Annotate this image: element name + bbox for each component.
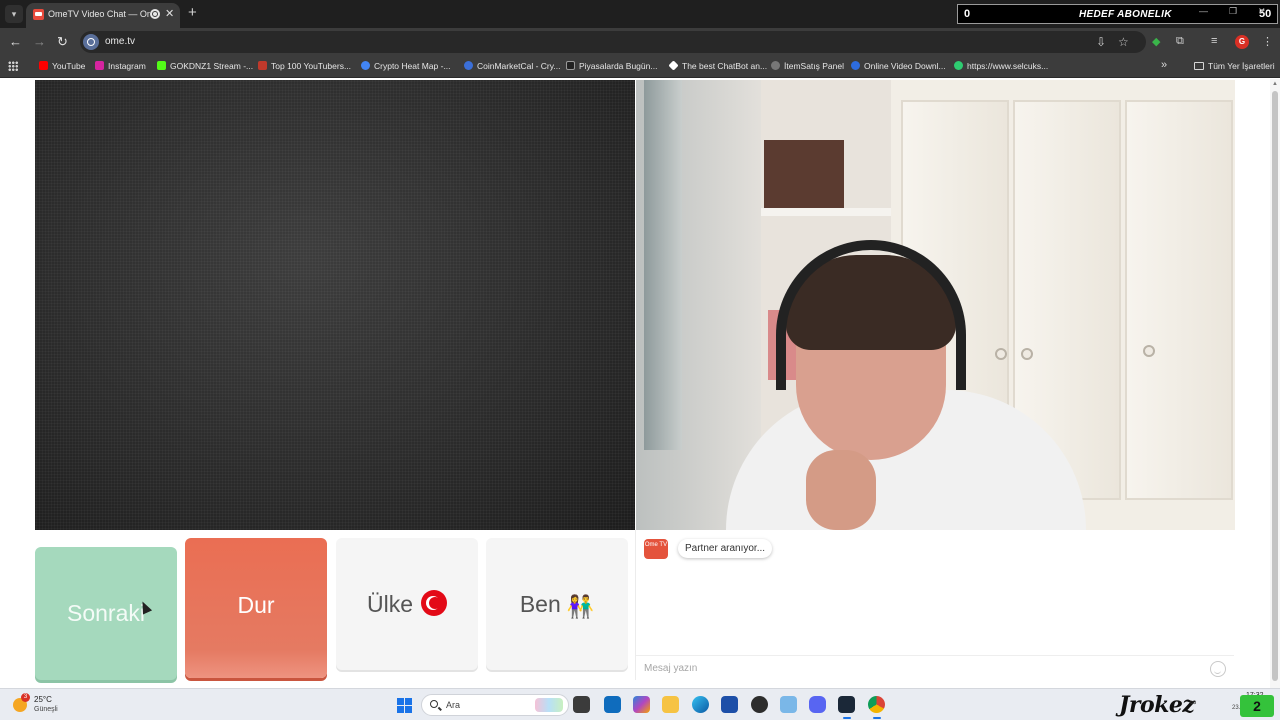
back-arrow-icon[interactable]: ← bbox=[9, 34, 22, 49]
weather-notification-badge: 3 bbox=[21, 693, 30, 702]
bookmark-crypto-heatmap[interactable]: Crypto Heat Map -... bbox=[361, 61, 451, 74]
message-placeholder: Mesaj yazın bbox=[644, 663, 698, 674]
restore-icon[interactable]: ❐ bbox=[1229, 6, 1237, 17]
emoji-icon[interactable] bbox=[1210, 661, 1226, 677]
bookmark-video-downloader[interactable]: Online Video Downl... bbox=[851, 61, 946, 74]
task-view-icon[interactable] bbox=[573, 696, 590, 713]
new-tab-button[interactable]: + bbox=[188, 4, 197, 21]
bookmark-itemsatis[interactable]: İtemSatış Panel bbox=[771, 61, 844, 74]
stop-button[interactable]: Dur bbox=[185, 538, 327, 678]
all-bookmarks-folder[interactable]: Tüm Yer İşaretleri bbox=[1194, 61, 1275, 71]
partner-video bbox=[35, 80, 635, 530]
infinity-logo-icon: ∞ bbox=[1190, 697, 1197, 707]
calendar-icon bbox=[464, 61, 473, 70]
search-icon bbox=[430, 700, 438, 708]
country-button[interactable]: Ülke bbox=[336, 538, 478, 670]
browser-toolbar: ← → ↻ ome.tv ⇩ ☆ ◆ ⧉ ≡ G ⋮ bbox=[0, 28, 1280, 56]
chatbot-icon bbox=[668, 60, 679, 71]
tab-close-icon[interactable]: ✕ bbox=[165, 7, 174, 20]
browser-tab-strip: ▾ OmeTV Video Chat — Omegle ✕ + 0 HEDEF … bbox=[0, 0, 1280, 28]
obs-icon[interactable] bbox=[751, 696, 768, 713]
tab-search-button[interactable]: ▾ bbox=[5, 5, 23, 23]
chrome-active-indicator bbox=[873, 717, 881, 719]
profile-avatar[interactable]: G bbox=[1235, 35, 1249, 49]
turkey-flag-icon bbox=[421, 590, 447, 616]
steam-active-indicator bbox=[843, 717, 851, 719]
reload-icon[interactable]: ↻ bbox=[57, 34, 68, 50]
status-message: Partner aranıyor... bbox=[678, 539, 773, 558]
extension-leaf-icon[interactable]: ◆ bbox=[1152, 35, 1160, 48]
steam-icon[interactable] bbox=[838, 696, 855, 713]
bookmark-youtube[interactable]: YouTube bbox=[39, 61, 85, 74]
bookmark-top-youtubers[interactable]: Top 100 YouTubers... bbox=[258, 61, 351, 74]
minimize-icon[interactable]: — bbox=[1199, 6, 1208, 16]
news-icon bbox=[566, 61, 575, 70]
bookmark-kick-stream[interactable]: GOKDNZ1 Stream -... bbox=[157, 61, 253, 74]
chrome-icon[interactable] bbox=[868, 696, 885, 713]
download-icon bbox=[851, 61, 860, 70]
search-highlight-art bbox=[535, 698, 563, 712]
discord-icon[interactable] bbox=[809, 696, 826, 713]
window-close-icon[interactable]: ✕ bbox=[1258, 6, 1266, 17]
media-controls-icon[interactable]: ≡ bbox=[1211, 35, 1217, 47]
taskbar-search[interactable]: Ara bbox=[421, 694, 569, 716]
forward-arrow-icon[interactable]: → bbox=[33, 34, 46, 49]
site-info-icon[interactable] bbox=[83, 34, 99, 50]
country-button-label: Ülke bbox=[366, 591, 413, 617]
store-icon[interactable] bbox=[721, 696, 738, 713]
edge-icon[interactable] bbox=[692, 696, 709, 713]
goal-start-value: 0 bbox=[964, 8, 971, 20]
couple-icon: 👫 bbox=[566, 594, 595, 619]
address-bar[interactable]: ome.tv ⇩ ☆ bbox=[80, 31, 1146, 53]
browser-tab-ometv[interactable]: OmeTV Video Chat — Omegle ✕ bbox=[26, 3, 180, 28]
kick-counter-overlay: 2 bbox=[1240, 695, 1274, 717]
message-input[interactable]: Mesaj yazın bbox=[636, 655, 1234, 680]
link-icon bbox=[954, 61, 963, 70]
weather-temperature[interactable]: 25°C bbox=[34, 695, 52, 704]
bookmarks-bar: YouTube Instagram GOKDNZ1 Stream -... To… bbox=[0, 56, 1280, 78]
bookmark-star-icon[interactable]: ☆ bbox=[1118, 35, 1129, 49]
scroll-up-arrow-icon[interactable]: ▲ bbox=[1272, 81, 1278, 87]
browser-menu-icon[interactable]: ⋮ bbox=[1262, 35, 1273, 48]
bookmark-selcuks[interactable]: https://www.selcuks... bbox=[954, 61, 1048, 74]
ometv-logo-icon: Ome TV bbox=[644, 539, 668, 559]
bookmark-coinmarketcal[interactable]: CoinMarketCal - Cry... bbox=[464, 61, 560, 74]
panel-icon bbox=[771, 61, 780, 70]
bookmark-piyasalarda[interactable]: Piyasalarda Bugün... bbox=[566, 61, 657, 74]
streamer-signature-overlay: Jrokez bbox=[1119, 692, 1195, 718]
folder-icon bbox=[1194, 62, 1204, 70]
gender-button-label: Ben bbox=[519, 591, 561, 617]
windows-start-icon[interactable] bbox=[397, 698, 412, 713]
page-scrollbar[interactable]: ▲ bbox=[1270, 79, 1280, 688]
kick-icon bbox=[157, 61, 166, 70]
youtube-icon bbox=[39, 61, 48, 70]
url-text: ome.tv bbox=[105, 36, 136, 47]
tab-title: OmeTV Video Chat — Omegle bbox=[48, 9, 150, 19]
settings-gear-icon[interactable] bbox=[780, 696, 797, 713]
taskbar-search-placeholder: Ara bbox=[446, 700, 461, 710]
chat-panel: Ome TV Partner aranıyor... Mesaj yazın bbox=[635, 530, 1235, 680]
goal-label: HEDEF ABONELIK bbox=[1079, 9, 1172, 20]
scroll-thumb[interactable] bbox=[1272, 91, 1278, 681]
crypto-icon bbox=[361, 61, 370, 70]
self-camera-video bbox=[636, 80, 1235, 530]
apps-grid-icon[interactable] bbox=[8, 61, 18, 71]
outlook-icon[interactable] bbox=[604, 696, 621, 713]
instagram-icon bbox=[95, 61, 104, 70]
gender-button[interactable]: Ben 👫 bbox=[486, 538, 628, 670]
weather-condition[interactable]: Güneşli bbox=[34, 706, 58, 713]
windows-taskbar: 3 25°C Güneşli Ara Jrokez ∞ 17:32 23.08.… bbox=[0, 688, 1280, 720]
bookmark-instagram[interactable]: Instagram bbox=[95, 61, 146, 74]
install-app-icon[interactable]: ⇩ bbox=[1096, 35, 1106, 49]
bookmark-chatbot[interactable]: The best ChatBot an... bbox=[668, 60, 767, 74]
next-button[interactable]: Sonraki bbox=[35, 547, 177, 680]
copilot-icon[interactable] bbox=[633, 696, 650, 713]
chart-icon bbox=[258, 61, 267, 70]
ometv-favicon-icon bbox=[33, 9, 44, 20]
recording-indicator-icon bbox=[150, 9, 160, 19]
file-explorer-icon[interactable] bbox=[662, 696, 679, 713]
extensions-puzzle-icon[interactable]: ⧉ bbox=[1176, 35, 1184, 48]
more-bookmarks-chevron-icon[interactable]: » bbox=[1161, 59, 1167, 71]
